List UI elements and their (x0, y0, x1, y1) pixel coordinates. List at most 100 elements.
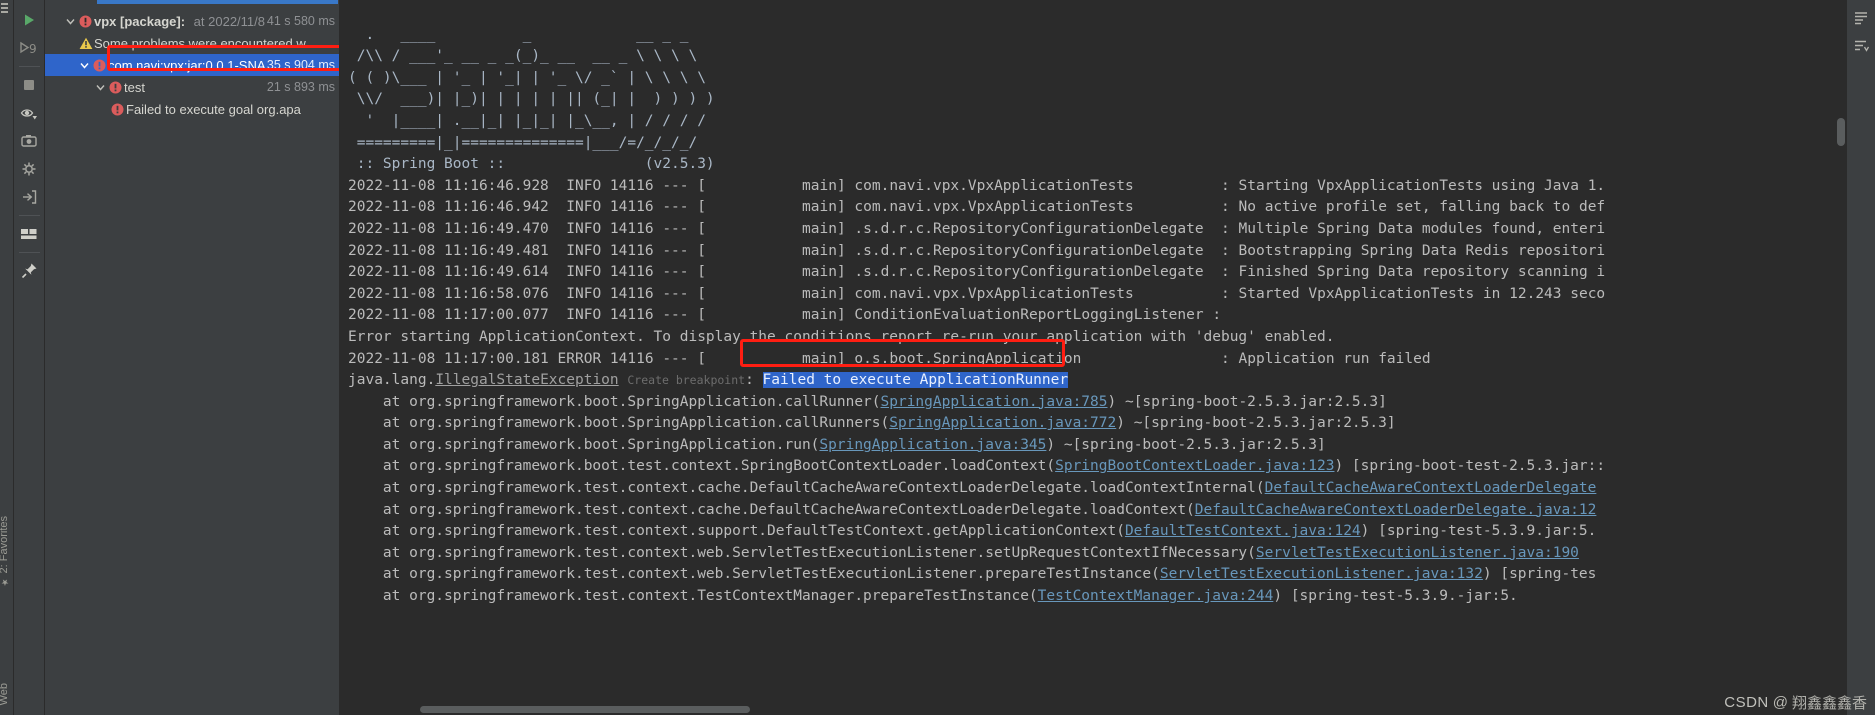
stack-trace-line: at org.springframework.test.context.cach… (348, 502, 1596, 518)
tree-row-title: vpx [package]: (94, 13, 186, 29)
run-tree-panel[interactable]: vpx [package]: at 2022/11/8 41 s 580 ms … (45, 0, 339, 715)
highlighted-exception-message[interactable]: Failed to execute ApplicationRunner (762, 372, 1069, 389)
stack-pre: at org.springframework.test.context.cach… (348, 480, 1265, 497)
create-breakpoint-hint[interactable]: Create breakpoint (627, 373, 745, 387)
stack-pre: at org.springframework.boot.SpringApplic… (348, 415, 890, 432)
log-level: INFO (566, 264, 602, 281)
stop-button[interactable] (16, 71, 43, 98)
sidebar-item-favorites[interactable]: ★ 2: Favorites (0, 516, 10, 587)
tree-row-label: test (124, 79, 145, 95)
source-link[interactable]: DefaultTestContext.java:124 (1125, 523, 1361, 539)
collapse-all-button[interactable] (1849, 6, 1873, 30)
stop-icon (24, 79, 34, 90)
log-message: Started VpxApplicationTests in 12.243 se… (1238, 285, 1606, 302)
console-horizontal-scrollbar[interactable] (340, 704, 1834, 715)
log-pid: 14116 (609, 199, 654, 216)
log-message: Application run failed (1238, 350, 1431, 367)
log-timestamp: 2022-11-08 11:16:58.076 (348, 285, 549, 302)
rerun-failed-tests-button[interactable]: 9 (16, 34, 43, 61)
log-pid: 14116 (609, 177, 654, 194)
source-link[interactable]: SpringApplication.java:785 (881, 394, 1108, 410)
stack-pre: at org.springframework.boot.test.context… (348, 458, 1056, 475)
enter-arrow-icon (22, 189, 36, 204)
sidebar-item-web[interactable]: Web (0, 683, 10, 705)
source-link[interactable]: SpringApplication.java:345 (819, 437, 1046, 453)
stack-post: ) ~[spring-boot-2.5.3.jar:2.5.3] (1046, 436, 1326, 453)
chevron-down-icon[interactable] (93, 83, 107, 92)
stack-trace-line: at org.springframework.boot.SpringApplic… (348, 415, 1396, 431)
scrollbar-thumb[interactable] (1837, 118, 1845, 146)
table-row[interactable]: vpx [package]: at 2022/11/8 41 s 580 ms (45, 10, 339, 32)
log-line: 2022-11-08 11:16:46.942 INFO 14116 --- [… (348, 199, 1605, 215)
chevron-down-icon[interactable] (77, 61, 91, 70)
log-message: Starting VpxApplicationTests using Java … (1238, 177, 1606, 194)
banner-line-2: ( ( )\___ | '_ | '_| | '_ \/ _` | \ \ \ … (348, 69, 706, 86)
exception-class-link[interactable]: IllegalStateException (435, 372, 618, 388)
error-icon (107, 81, 124, 94)
log-level: INFO (566, 307, 602, 324)
log-level: INFO (566, 220, 602, 237)
exception-prefix: java.lang. (348, 372, 436, 389)
sort-alphabetically-button[interactable] (1849, 34, 1873, 58)
settings-button[interactable] (16, 155, 43, 182)
exception-colon: : (745, 372, 763, 389)
log-level: INFO (566, 242, 602, 259)
log-thread: main (802, 285, 837, 302)
log-message: Multiple Spring Data modules found, ente… (1238, 220, 1606, 237)
log-logger: o.s.boot.SpringApplication (854, 350, 1082, 367)
log-sep: --- (662, 285, 689, 302)
run-toolbar: 9 (14, 0, 45, 715)
table-row-selected[interactable]: com.navi:vpx:jar:0.0.1-SNA 35 s 904 ms (45, 54, 339, 76)
source-link[interactable]: TestContextManager.java:244 (1038, 588, 1274, 604)
log-message: No active profile set, falling back to d… (1238, 199, 1606, 216)
stripe-glyph-icon (1, 3, 8, 13)
right-gutter (1847, 0, 1875, 715)
log-thread: main (802, 264, 837, 281)
console-output[interactable]: . ____ _ __ _ _ /\\ / ___'_ __ _ _(_)_ _… (339, 0, 1847, 715)
stack-post: ) ~[spring-boot-2.5.3.jar:2.5.3] (1107, 393, 1387, 410)
log-level: INFO (566, 177, 602, 194)
log-thread: main (802, 199, 837, 216)
table-row[interactable]: Failed to execute goal org.apa (45, 98, 339, 120)
stack-pre: at org.springframework.test.context.web.… (348, 544, 1256, 561)
table-row[interactable]: Some problems were encountered w (45, 32, 339, 54)
layout-button[interactable] (16, 220, 43, 247)
rerun-button[interactable] (16, 6, 43, 33)
log-sep: --- (662, 242, 689, 259)
stack-trace-line: at org.springframework.boot.SpringApplic… (348, 394, 1387, 410)
watermark: CSDN @ 翔鑫鑫鑫香 (1724, 692, 1867, 713)
tool-window-edge-strip: ★ 2: Favorites Web (0, 0, 14, 715)
source-link[interactable]: DefaultCacheAwareContextLoaderDelegate.j… (1195, 502, 1597, 518)
log-logger: .s.d.r.c.RepositoryConfigurationDelegate (854, 242, 1204, 259)
stack-pre: at org.springframework.test.context.supp… (348, 523, 1125, 540)
export-test-results-button[interactable] (16, 127, 43, 154)
stack-trace-line: at org.springframework.boot.test.context… (348, 458, 1605, 474)
sort-icon (1855, 40, 1869, 52)
log-timestamp: 2022-11-08 11:16:49.481 (348, 242, 549, 259)
console-vertical-scrollbar[interactable] (1834, 0, 1847, 715)
log-timestamp: 2022-11-08 11:17:00.077 (348, 307, 549, 324)
scroll-to-stacktrace-button[interactable] (16, 183, 43, 210)
log-level: INFO (566, 285, 602, 302)
source-link[interactable]: SpringApplication.java:772 (889, 415, 1116, 431)
chevron-down-icon[interactable] (63, 17, 77, 26)
log-thread: main (802, 177, 837, 194)
log-sep: --- (662, 177, 689, 194)
scrollbar-thumb-horizontal[interactable] (420, 706, 750, 713)
log-thread: main (802, 350, 837, 367)
log-sep: --- (662, 307, 689, 324)
source-link[interactable]: DefaultCacheAwareContextLoaderDelegate (1265, 480, 1597, 496)
log-logger: com.navi.vpx.VpxApplicationTests (854, 177, 1134, 194)
stack-post: ) ~[spring-boot-2.5.3.jar:2.5.3] (1116, 415, 1396, 432)
toggle-auto-test-button[interactable] (16, 99, 43, 126)
table-row[interactable]: test 21 s 893 ms (45, 76, 339, 98)
source-link[interactable]: SpringBootContextLoader.java:123 (1055, 458, 1334, 474)
source-link[interactable]: ServletTestExecutionListener.java:190 (1256, 545, 1579, 561)
tool-window-stripe-icon (1, 2, 12, 20)
pin-tab-button[interactable] (16, 257, 43, 284)
ide-run-window: ★ 2: Favorites Web 9 vpx [package]: at 2… (0, 0, 1875, 715)
source-link[interactable]: ServletTestExecutionListener.java:132 (1160, 566, 1483, 582)
camera-icon (20, 134, 37, 147)
tree-row-label: Failed to execute goal org.apa (126, 101, 301, 117)
log-timestamp: 2022-11-08 11:16:46.942 (348, 199, 549, 216)
